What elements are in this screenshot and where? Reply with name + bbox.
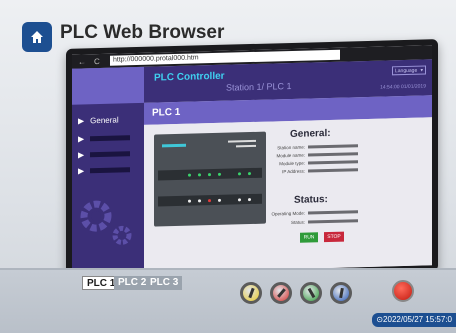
sidebar-item-label: General <box>90 115 119 126</box>
status-led <box>238 198 241 202</box>
field-row: IP Address: <box>269 167 358 174</box>
field-value <box>308 210 358 215</box>
sidebar-item[interactable]: ▶ <box>78 149 131 160</box>
knob-indicator <box>338 287 344 299</box>
language-select[interactable]: Language ▾ <box>392 65 426 76</box>
status-led <box>188 199 191 203</box>
field-label: Station name: <box>277 144 305 151</box>
knob-indicator <box>276 288 286 298</box>
field-value <box>308 160 358 165</box>
field-row: Module name: <box>269 151 358 158</box>
field-label: Module name: <box>276 152 305 159</box>
header-title: PLC Controller <box>154 70 225 84</box>
field-label: IP Address: <box>282 168 305 175</box>
sidebar-item[interactable]: ▶ <box>78 165 131 176</box>
sidebar-item-general[interactable]: ▶ General <box>78 115 119 125</box>
field-value <box>308 219 358 224</box>
field-label: Operating Mode: <box>271 210 305 217</box>
triangle-icon: ▶ <box>78 134 85 144</box>
main-content: General: Station name: Module name: Modu… <box>144 117 432 273</box>
knob-yellow[interactable] <box>240 282 262 304</box>
triangle-icon: ▶ <box>78 116 85 126</box>
sidebar-item-placeholder <box>90 167 131 174</box>
sidebar-item-placeholder <box>90 151 131 158</box>
knob-green[interactable] <box>300 282 322 304</box>
status-led <box>188 173 191 177</box>
status-led <box>208 199 211 203</box>
knob-indicator <box>247 287 255 299</box>
app-title: PLC Web Browser <box>60 22 225 43</box>
sidebar-item-placeholder <box>90 135 131 142</box>
home-button[interactable] <box>22 22 52 52</box>
triangle-icon: ▶ <box>78 150 85 160</box>
status-title: Status: <box>294 194 328 206</box>
sidebar-header <box>72 66 144 105</box>
plc-label <box>236 144 256 148</box>
emergency-stop-button[interactable] <box>392 280 414 302</box>
status-led <box>218 198 221 202</box>
field-row: Station name: <box>269 143 358 150</box>
plc-io-strip <box>158 193 262 207</box>
stage: PLC Web Browser ← C http://000000.protal… <box>0 0 456 333</box>
field-label: Module type: <box>279 160 305 167</box>
knob-indicator <box>307 287 315 299</box>
status-led <box>248 198 251 202</box>
plc-logo <box>162 143 186 148</box>
footer-datetime-text: 2022/05/27 15:57:0 <box>383 315 452 324</box>
status-led <box>198 199 201 203</box>
status-led <box>218 172 221 176</box>
field-row: Operating Mode: <box>269 209 358 216</box>
sidebar-item[interactable]: ▶ <box>78 133 131 144</box>
general-title: General: <box>290 127 331 141</box>
status-led <box>238 172 241 176</box>
field-label: Status: <box>290 219 305 225</box>
chevron-down-icon: ▾ <box>420 67 423 74</box>
triangle-icon: ▶ <box>78 166 85 176</box>
plc-io-strip <box>158 167 262 181</box>
field-value <box>308 168 358 173</box>
tab-plc-3[interactable]: PLC 3 <box>146 276 183 290</box>
home-icon <box>31 31 43 43</box>
language-label: Language <box>395 67 418 75</box>
knob-red[interactable] <box>270 282 292 304</box>
tab-plc-2[interactable]: PLC 2 <box>114 276 151 290</box>
monitor: ← C http://000000.protal000.htm ▶ Genera… <box>66 39 438 281</box>
browser-screen: ← C http://000000.protal000.htm ▶ Genera… <box>72 45 432 275</box>
reload-icon[interactable]: C <box>94 56 104 65</box>
field-value <box>308 152 358 157</box>
header-timestamp: 14:54:00 01/01/2019 <box>380 83 426 91</box>
status-led <box>248 172 251 176</box>
sidebar: ▶ General ▶ ▶ ▶ <box>72 66 144 275</box>
gear-icon <box>112 225 132 245</box>
knob-blue[interactable] <box>330 282 352 304</box>
plc-device-image <box>154 131 266 227</box>
back-icon[interactable]: ← <box>78 57 88 66</box>
field-row: Status: <box>269 218 358 225</box>
stop-button[interactable]: STOP <box>324 231 344 243</box>
status-led <box>208 173 211 177</box>
field-value <box>308 144 358 149</box>
page-title: PLC 1 <box>152 106 181 119</box>
header-subtitle: Station 1/ PLC 1 <box>226 80 292 93</box>
footer-datetime: ⊙2022/05/27 15:57:0 <box>372 313 456 327</box>
status-led <box>198 173 201 177</box>
plc-label <box>228 139 256 143</box>
run-button[interactable]: RUN <box>300 232 318 243</box>
field-row: Module type: <box>269 159 358 166</box>
